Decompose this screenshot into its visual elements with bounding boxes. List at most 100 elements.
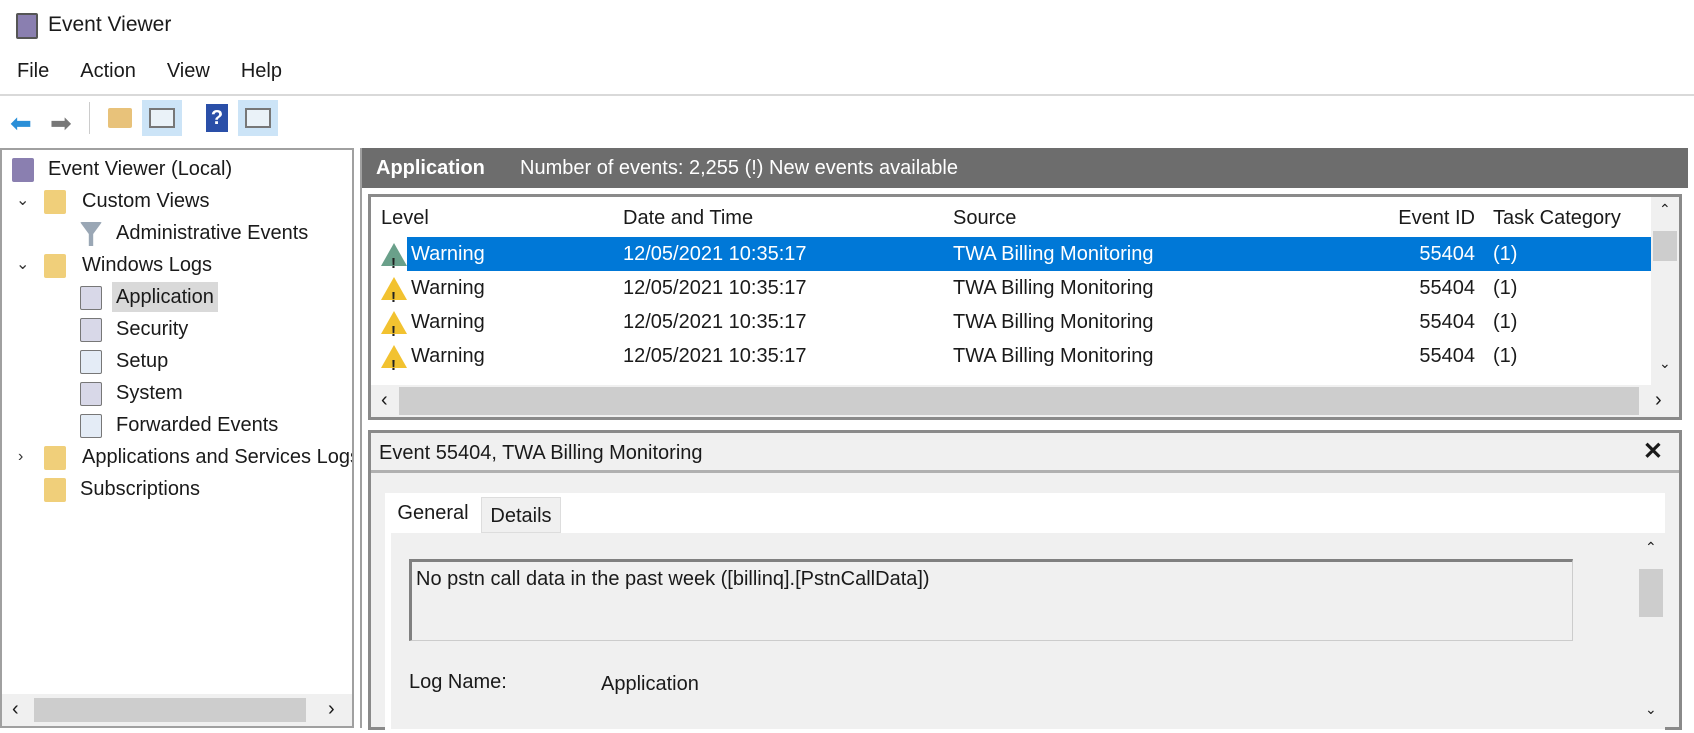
column-date-time[interactable]: Date and Time	[623, 197, 753, 239]
log-header-info: Number of events: 2,255 (!) New events a…	[520, 157, 958, 179]
cell-date-time: 12/05/2021 10:35:17	[623, 345, 807, 367]
event-viewer-app-icon	[16, 13, 38, 39]
cell-source: TWA Billing Monitoring	[953, 345, 1154, 367]
close-icon[interactable]: ✕	[1643, 437, 1663, 466]
show-hide-console-tree-button[interactable]	[142, 100, 182, 136]
scroll-left-icon[interactable]: ‹	[381, 389, 388, 412]
scroll-right-icon[interactable]: ›	[1655, 389, 1662, 412]
filter-icon	[80, 222, 102, 246]
back-arrow-icon: ⬅	[10, 108, 32, 138]
title-bar: Event Viewer	[0, 0, 1694, 52]
log-name-label: Log Name:	[409, 671, 507, 693]
folder-icon	[44, 254, 66, 278]
tree-item-applications-and-services-logs[interactable]: › Applications and Services Logs	[16, 442, 352, 472]
warning-icon	[381, 277, 407, 315]
cell-task-category: (1)	[1493, 345, 1518, 367]
forward-arrow-icon: ➡	[50, 108, 72, 138]
cell-event-id: 55404	[1419, 243, 1475, 265]
back-button[interactable]: ⬅	[6, 100, 46, 138]
event-row[interactable]: Warning 12/05/2021 10:35:17 TWA Billing Mo…	[371, 271, 1655, 315]
log-icon	[80, 286, 102, 310]
detail-tabs-container: General Details No pstn call data in the…	[385, 493, 1665, 733]
cell-date-time: 12/05/2021 10:35:17	[623, 277, 807, 299]
event-detail-pane: Event 55404, TWA Billing Monitoring ✕ Ge…	[368, 430, 1682, 733]
column-source[interactable]: Source	[953, 197, 1016, 239]
log-header-title: Application	[376, 157, 485, 179]
folder-icon	[44, 190, 66, 214]
scroll-up-icon[interactable]: ⌃	[1645, 539, 1657, 556]
show-hide-tree-icon	[149, 108, 175, 128]
console-tree: Event Viewer (Local) ⌄ Custom Views Admin…	[0, 148, 354, 728]
scroll-right-icon[interactable]: ›	[328, 698, 335, 721]
event-viewer-icon	[12, 158, 34, 182]
column-headers: Level Date and Time Source Event ID Task…	[371, 197, 1655, 235]
event-detail-header: Event 55404, TWA Billing Monitoring ✕	[371, 433, 1679, 473]
menu-action[interactable]: Action	[63, 56, 150, 92]
scrollbar-thumb[interactable]	[1639, 569, 1663, 617]
scrollbar-thumb[interactable]	[1653, 231, 1677, 261]
cell-level: Warning	[411, 243, 485, 265]
menu-help[interactable]: Help	[224, 56, 296, 92]
cell-level: Warning	[411, 311, 485, 333]
open-folder-icon	[108, 108, 132, 128]
detail-vertical-scrollbar[interactable]: ⌃ ⌄	[1637, 533, 1665, 729]
cell-task-category: (1)	[1493, 311, 1518, 333]
scrollbar-thumb[interactable]	[399, 387, 1639, 415]
cell-date-time: 12/05/2021 10:35:17	[623, 311, 807, 333]
help-icon: ?	[206, 104, 228, 132]
chevron-right-icon: ›	[18, 448, 24, 465]
event-row[interactable]: Warning 12/05/2021 10:35:17 TWA Billing Mo…	[371, 305, 1655, 349]
cell-event-id: 55404	[1419, 311, 1475, 333]
subscriptions-icon	[44, 478, 66, 502]
event-message-box[interactable]: No pstn call data in the past week ([bil…	[409, 559, 1573, 641]
tree-item-custom-views[interactable]: ⌄ Custom Views	[16, 186, 316, 216]
log-icon	[80, 382, 102, 406]
menu-bar: File Action View Help	[0, 56, 296, 92]
main-pane: Application Number of events: 2,255 (!) …	[360, 148, 1688, 733]
scroll-down-icon[interactable]: ⌄	[1645, 701, 1657, 718]
list-vertical-scrollbar[interactable]: ⌃ ⌄	[1651, 197, 1679, 385]
open-saved-log-button[interactable]	[100, 100, 140, 136]
log-icon	[80, 414, 102, 438]
events-list: Level Date and Time Source Event ID Task…	[368, 194, 1682, 420]
forward-button[interactable]: ➡	[46, 100, 86, 138]
scroll-down-icon[interactable]: ⌄	[1659, 355, 1671, 372]
warning-icon	[381, 243, 407, 281]
scroll-up-icon[interactable]: ⌃	[1659, 201, 1671, 218]
cell-level: Warning	[411, 345, 485, 367]
cell-date-time: 12/05/2021 10:35:17	[623, 243, 807, 265]
event-detail-title: Event 55404, TWA Billing Monitoring	[379, 442, 703, 464]
column-event-id[interactable]: Event ID	[1398, 197, 1475, 239]
menu-file[interactable]: File	[0, 56, 63, 92]
event-row[interactable]: Warning 12/05/2021 10:35:17 TWA Billing Mo…	[371, 339, 1655, 383]
list-horizontal-scrollbar[interactable]: ‹ ›	[371, 385, 1679, 417]
cell-source: TWA Billing Monitoring	[953, 311, 1154, 333]
column-level[interactable]: Level	[381, 197, 429, 239]
window-title: Event Viewer	[48, 13, 172, 36]
cell-source: TWA Billing Monitoring	[953, 243, 1154, 265]
help-button[interactable]: ?	[198, 100, 238, 136]
tree-horizontal-scrollbar[interactable]: ‹ ›	[2, 694, 352, 726]
scroll-left-icon[interactable]: ‹	[12, 698, 19, 721]
general-tab-content: No pstn call data in the past week ([bil…	[391, 533, 1665, 729]
event-row[interactable]: Warning 12/05/2021 10:35:17 TWA Billing Mo…	[371, 237, 1655, 281]
event-message: No pstn call data in the past week ([bil…	[416, 568, 930, 590]
log-header: Application Number of events: 2,255 (!) …	[362, 148, 1688, 188]
tab-general[interactable]: General	[385, 493, 481, 533]
toolbar: ⬅ ➡ ?	[0, 94, 1694, 138]
menu-view[interactable]: View	[150, 56, 224, 92]
toolbar-separator	[89, 102, 90, 134]
show-hide-action-pane-button[interactable]	[238, 100, 278, 136]
tree-item-windows-logs[interactable]: ⌄ Windows Logs	[16, 250, 316, 280]
folder-icon	[44, 446, 66, 470]
cell-source: TWA Billing Monitoring	[953, 277, 1154, 299]
show-hide-action-pane-icon	[245, 108, 271, 128]
cell-task-category: (1)	[1493, 243, 1518, 265]
tab-details[interactable]: Details	[481, 497, 561, 533]
column-task-category[interactable]: Task Category	[1493, 197, 1621, 239]
cell-event-id: 55404	[1419, 345, 1475, 367]
warning-icon	[381, 345, 407, 383]
log-name-value: Application	[601, 673, 699, 695]
scrollbar-thumb[interactable]	[34, 698, 306, 722]
cell-task-category: (1)	[1493, 277, 1518, 299]
